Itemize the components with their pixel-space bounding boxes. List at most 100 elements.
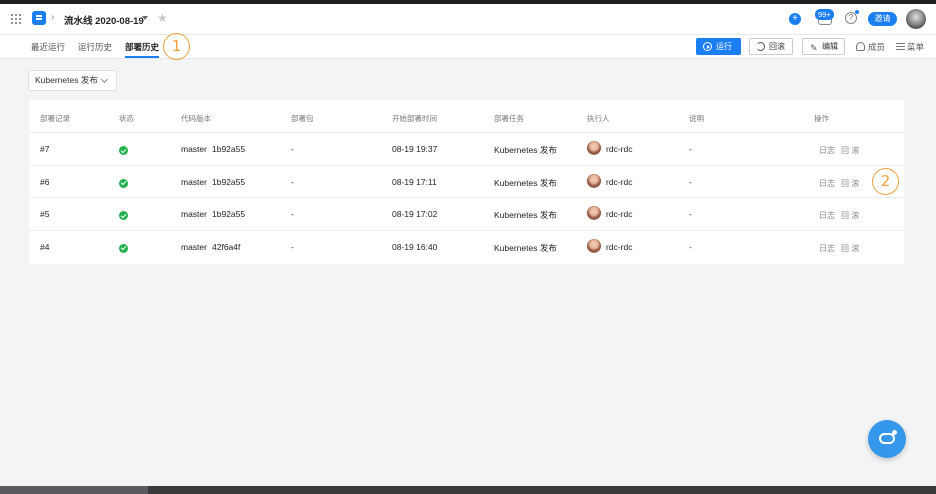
chevron-down-icon: [100, 75, 109, 84]
chat-dot-icon: [892, 430, 897, 435]
play-icon: [703, 42, 712, 51]
commit-hash[interactable]: 42f6a4f: [212, 242, 240, 252]
executor-avatar: [587, 238, 601, 253]
menu-label: 菜单: [907, 42, 925, 52]
executor-avatar: [587, 206, 601, 220]
column-header: 代码版本: [181, 114, 211, 123]
rollback-link[interactable]: 回 滚: [841, 243, 859, 254]
executor-avatar: [587, 173, 601, 188]
log-link[interactable]: 日志: [819, 145, 835, 156]
run-button[interactable]: 运行: [696, 38, 741, 55]
column-header: 说明: [689, 114, 704, 123]
rollback-link[interactable]: 回 滚: [841, 178, 859, 189]
deploy-task-select-value: Kubernetes 发布: [35, 75, 98, 85]
column-header: 部署记录: [40, 114, 70, 123]
column-header: 操作: [814, 114, 829, 123]
star-icon[interactable]: ★: [157, 11, 168, 25]
note-value: -: [689, 209, 692, 219]
record-id[interactable]: #6: [40, 177, 49, 187]
members-button[interactable]: 成员: [856, 41, 885, 53]
package-value: -: [291, 144, 294, 154]
task-name: Kubernetes 发布: [494, 145, 557, 155]
success-check-icon: [119, 211, 128, 220]
executor-name: rdc-rdc: [606, 241, 633, 252]
log-link[interactable]: 日志: [819, 243, 835, 254]
column-header: 部署任务: [494, 114, 524, 123]
note-value: -: [689, 176, 692, 187]
note-value: -: [689, 241, 692, 252]
executor-avatar: [587, 141, 601, 155]
hamburger-icon: [896, 43, 905, 50]
record-id[interactable]: #4: [40, 242, 49, 252]
edit-label: 编辑: [822, 42, 838, 51]
commit-hash[interactable]: 1b92a55: [212, 209, 245, 219]
edit-button[interactable]: ✎ 编辑: [802, 38, 845, 55]
branch-name: master: [181, 144, 207, 154]
bottom-bar: [0, 486, 936, 494]
apps-grid-icon[interactable]: [11, 14, 21, 24]
branch-name: master: [181, 176, 207, 187]
table-row[interactable]: #6 master 1b92a55 - 08-19 17:11 Kubernet…: [29, 166, 904, 198]
deploy-history-table: 部署记录 状态 代码版本 部署包 开始部署时间 部署任务 执行人 说明 操作 #…: [29, 100, 904, 264]
task-name: Kubernetes 发布: [494, 177, 557, 188]
executor-name: rdc-rdc: [606, 176, 633, 187]
table-row[interactable]: #7 master 1b92a55 - 08-19 19:37 Kubernet…: [29, 133, 904, 166]
package-value: -: [291, 209, 294, 219]
column-header: 执行人: [587, 114, 610, 123]
pipeline-title[interactable]: 流水线 2020-08-19: [64, 13, 144, 27]
deploy-task-select[interactable]: Kubernetes 发布: [28, 70, 117, 91]
record-id[interactable]: #5: [40, 209, 49, 219]
table-row[interactable]: #4 master 42f6a4f - 08-19 16:40 Kubernet…: [29, 231, 904, 264]
bottom-bar-segment: [0, 486, 148, 494]
run-label: 运行: [716, 42, 732, 51]
success-check-icon: [119, 146, 128, 155]
chat-support-button[interactable]: [868, 420, 906, 458]
annotation-marker-2: 2: [872, 167, 899, 195]
table-header: 部署记录 状态 代码版本 部署包 开始部署时间 部署任务 执行人 说明 操作: [29, 100, 904, 133]
tab-recent-runs[interactable]: 最近运行: [31, 41, 65, 53]
success-check-icon: [119, 243, 128, 253]
executor-name: rdc-rdc: [606, 209, 633, 219]
branch-name: master: [181, 209, 207, 219]
column-header: 状态: [119, 114, 134, 123]
sub-navigation: 最近运行 运行历史 部署历史 1 运行 回滚 ✎ 编辑 成员 菜单: [0, 33, 936, 60]
commit-hash[interactable]: 1b92a55: [212, 177, 245, 187]
start-time: 08-19 16:40: [392, 241, 438, 252]
note-value: -: [689, 144, 692, 154]
log-link[interactable]: 日志: [819, 178, 835, 189]
rollback-label: 回滚: [769, 42, 785, 51]
flow-logo-icon[interactable]: [32, 11, 46, 25]
table-row[interactable]: #5 master 1b92a55 - 08-19 17:02 Kubernet…: [29, 198, 904, 231]
package-value: -: [291, 241, 294, 252]
column-header: 开始部署时间: [392, 114, 437, 123]
start-time: 08-19 19:37: [392, 144, 438, 154]
history-icon: [756, 42, 765, 51]
log-link[interactable]: 日志: [819, 210, 835, 221]
success-check-icon: [119, 178, 128, 188]
annotation-marker-1: 1: [163, 33, 190, 60]
menu-button[interactable]: 菜单: [896, 41, 924, 53]
task-name: Kubernetes 发布: [494, 210, 557, 220]
user-icon: [856, 42, 865, 51]
package-value: -: [291, 176, 294, 187]
start-time: 08-19 17:11: [392, 176, 437, 187]
chevron-down-icon[interactable]: [142, 16, 148, 20]
add-icon[interactable]: +: [789, 13, 801, 25]
members-label: 成员: [868, 42, 886, 52]
rollback-button[interactable]: 回滚: [749, 38, 793, 55]
top-header: › 流水线 2020-08-19 ★ + 99+ ? 邀请: [0, 4, 936, 34]
rollback-link[interactable]: 回 滚: [841, 145, 859, 156]
tab-deploy-history[interactable]: 部署历史: [125, 41, 160, 58]
user-avatar[interactable]: [906, 9, 926, 29]
chevron-right-icon: ›: [51, 12, 55, 23]
executor-name: rdc-rdc: [606, 144, 633, 154]
record-id[interactable]: #7: [40, 144, 49, 154]
column-header: 部署包: [291, 114, 314, 123]
invite-button[interactable]: 邀请: [868, 12, 897, 26]
notification-badge: 99+: [815, 9, 834, 20]
tab-run-history[interactable]: 运行历史: [78, 41, 112, 53]
rollback-link[interactable]: 回 滚: [841, 210, 859, 221]
start-time: 08-19 17:02: [392, 209, 438, 219]
commit-hash[interactable]: 1b92a55: [212, 144, 245, 154]
task-name: Kubernetes 发布: [494, 242, 557, 253]
